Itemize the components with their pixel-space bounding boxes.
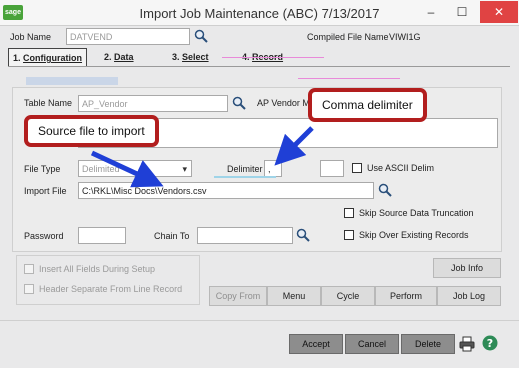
options-group: [16, 255, 200, 305]
cancel-button[interactable]: Cancel: [345, 334, 399, 354]
job-name-input[interactable]: DATVEND: [66, 28, 190, 45]
compiled-file-value: VIWI1G: [389, 32, 421, 42]
file-type-value: Delimited: [82, 164, 120, 174]
minimize-button[interactable]: –: [416, 1, 446, 23]
tab-configuration[interactable]: 1. Configuration: [8, 48, 88, 66]
chain-to-input[interactable]: [197, 227, 293, 244]
password-label: Password: [24, 231, 64, 241]
overlay-strip: [222, 57, 324, 58]
chevron-down-icon: ▾: [182, 164, 187, 174]
perform-button[interactable]: Perform: [375, 286, 437, 306]
accept-button[interactable]: Accept: [289, 334, 343, 354]
checkbox-box[interactable]: [344, 230, 354, 240]
source-file-callout: Source file to import: [24, 115, 159, 147]
chain-to-lookup-icon[interactable]: [296, 228, 310, 242]
compiled-file-label: Compiled File Name: [307, 32, 389, 42]
checkbox-box[interactable]: [24, 284, 34, 294]
import-file-browse-icon[interactable]: [378, 183, 392, 197]
job-name-label: Job Name: [10, 32, 52, 42]
job-info-button[interactable]: Job Info: [433, 258, 501, 278]
import-file-label: Import File: [24, 186, 67, 196]
file-type-label: File Type: [24, 164, 61, 174]
table-name-lookup-icon[interactable]: [232, 96, 246, 110]
cycle-button[interactable]: Cycle: [321, 286, 375, 306]
header-separate-checkbox[interactable]: Header Separate From Line Record: [24, 284, 182, 294]
copy-from-button[interactable]: Copy From: [209, 286, 267, 306]
delimiter-label: Delimiter: [227, 164, 263, 174]
overlay-highlight: [26, 77, 118, 85]
table-description: AP Vendor M: [257, 98, 310, 108]
chain-to-label: Chain To: [154, 231, 190, 241]
job-log-button[interactable]: Job Log: [437, 286, 501, 306]
header-separate-label: Header Separate From Line Record: [39, 284, 183, 294]
footer-divider: [0, 320, 519, 321]
checkbox-box[interactable]: [24, 264, 34, 274]
tab-divider: [8, 66, 510, 67]
tab-data[interactable]: 2. Data: [100, 48, 138, 66]
checkbox-box[interactable]: [344, 208, 354, 218]
file-type-select[interactable]: Delimited ▾: [78, 160, 192, 177]
skip-truncation-checkbox[interactable]: Skip Source Data Truncation: [344, 208, 474, 218]
help-icon[interactable]: ?: [482, 335, 498, 351]
overlay-highlight: [214, 176, 276, 178]
overlay-strip: [298, 78, 400, 79]
import-file-input[interactable]: C:\RKL\Misc Docs\Vendors.csv: [78, 182, 374, 199]
delimiter-input[interactable]: ,: [264, 160, 282, 177]
password-input[interactable]: [78, 227, 126, 244]
skip-existing-checkbox[interactable]: Skip Over Existing Records: [344, 230, 469, 240]
use-ascii-delim-checkbox[interactable]: Use ASCII Delim: [352, 163, 434, 173]
skip-existing-label: Skip Over Existing Records: [359, 230, 469, 240]
table-name-label: Table Name: [24, 98, 73, 108]
skip-truncation-label: Skip Source Data Truncation: [359, 208, 474, 218]
printer-icon[interactable]: [459, 336, 475, 352]
insert-all-fields-checkbox[interactable]: Insert All Fields During Setup: [24, 264, 155, 274]
checkbox-box[interactable]: [352, 163, 362, 173]
ascii-delim-input[interactable]: [320, 160, 344, 177]
delete-button[interactable]: Delete: [401, 334, 455, 354]
comma-delimiter-callout: Comma delimiter: [308, 88, 427, 122]
tab-select[interactable]: 3. Select: [168, 48, 213, 66]
use-ascii-delim-label: Use ASCII Delim: [367, 163, 435, 173]
maximize-button[interactable]: ☐: [447, 1, 477, 23]
menu-button[interactable]: Menu: [267, 286, 321, 306]
svg-text:?: ?: [487, 337, 493, 350]
insert-all-fields-label: Insert All Fields During Setup: [39, 264, 156, 274]
table-name-input[interactable]: AP_Vendor: [78, 95, 228, 112]
close-button[interactable]: ✕: [480, 1, 518, 23]
job-name-lookup-icon[interactable]: [194, 29, 208, 43]
